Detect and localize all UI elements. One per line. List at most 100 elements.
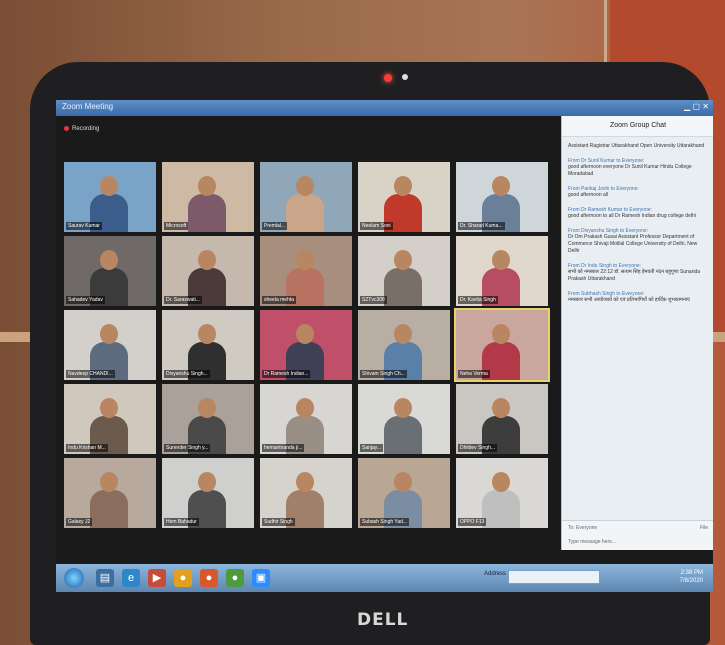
explorer-icon[interactable]: ▤ xyxy=(96,569,114,587)
participant-head xyxy=(198,398,216,418)
chat-message: From Subhash Singh to Everyone: नमस्कार स… xyxy=(562,285,713,306)
participant-tile[interactable]: Sudhir Singh xyxy=(260,458,352,528)
participant-name: Microsoft xyxy=(164,222,189,230)
participant-name: sheela mehta xyxy=(262,296,297,304)
participant-head xyxy=(100,324,118,344)
chat-text: good afternoon to all Dr Ramesh Indian d… xyxy=(568,213,696,219)
participant-name: SZTvc308 xyxy=(360,296,387,304)
participant-head xyxy=(198,324,216,344)
chat-text: सभी को नमस्कार 22:12 डॉ. सत्यम सिंह हेमव… xyxy=(568,269,701,282)
participant-tile[interactable]: hemantnanda ji... xyxy=(260,384,352,454)
participant-tile[interactable]: Dr. Kavita Singh xyxy=(456,236,548,306)
participant-head xyxy=(100,398,118,418)
participant-tile[interactable]: Hem Bahadur xyxy=(162,458,254,528)
participant-head xyxy=(296,398,314,418)
participant-head xyxy=(394,324,412,344)
chat-message: Assistant Ragistrar Uttarakhand Open Uni… xyxy=(562,137,713,152)
participant-tile[interactable]: Neha Verma xyxy=(454,308,550,382)
participant-name: Indu Krishan M... xyxy=(66,444,108,452)
recording-indicator: Recording xyxy=(64,126,99,132)
participant-tile[interactable]: Sahadev Yadav xyxy=(64,236,156,306)
participant-tile[interactable]: Saurav Kumar xyxy=(64,162,156,232)
participant-name: Saurav Kumar xyxy=(66,222,102,230)
participant-body xyxy=(384,416,422,454)
participant-name: Subash Singh Yad... xyxy=(360,518,410,526)
participant-tile[interactable]: Dr. Sharad Kuma... xyxy=(456,162,548,232)
participant-head xyxy=(394,250,412,270)
participant-name: Divyanshu Singh... xyxy=(164,370,210,378)
participant-name: Dr. Sharad Kuma... xyxy=(458,222,505,230)
participant-tile[interactable]: Subash Singh Yad... xyxy=(358,458,450,528)
participant-head xyxy=(296,250,314,270)
address-input[interactable] xyxy=(508,570,600,584)
participant-head xyxy=(492,472,510,492)
participant-name: Dr Ramesh Indian... xyxy=(262,370,311,378)
participant-head xyxy=(100,472,118,492)
laptop-screen: Zoom Meeting ▁ ▢ ✕ Recording Saurav Kuma… xyxy=(56,100,713,592)
media-icon[interactable]: ▶ xyxy=(148,569,166,587)
participant-tile[interactable]: Dhildev Singh... xyxy=(456,384,548,454)
participant-name: Galaxy J2 xyxy=(66,518,93,526)
participant-name: Sahadev Yadav xyxy=(66,296,105,304)
ie-icon[interactable]: e xyxy=(122,569,140,587)
participant-tile[interactable]: Premlal... xyxy=(260,162,352,232)
participant-tile[interactable]: sheela mehta xyxy=(260,236,352,306)
chrome-icon[interactable]: ● xyxy=(174,569,192,587)
participant-head xyxy=(198,472,216,492)
taskbar: ▤ e ▶ ● ● ● ▣ Address 2:38 PM 7/8/2020 xyxy=(56,564,713,592)
participant-body xyxy=(286,194,324,232)
start-button[interactable] xyxy=(64,568,84,588)
participant-body xyxy=(384,268,422,306)
participant-head xyxy=(100,176,118,196)
clock-date: 7/8/2020 xyxy=(679,578,703,584)
participant-name: OPPO F13 xyxy=(458,518,487,526)
participant-tile[interactable]: Indu Krishan M... xyxy=(64,384,156,454)
chat-recipient[interactable]: To: Everyone xyxy=(568,525,597,531)
participant-tile[interactable]: Navdeep CHANDI... xyxy=(64,310,156,380)
participant-body xyxy=(482,490,520,528)
participant-body xyxy=(90,490,128,528)
clock-time: 2:38 PM xyxy=(680,570,703,576)
window-title: Zoom Meeting xyxy=(62,102,114,111)
chat-panel: Zoom Group Chat Assistant Ragistrar Utta… xyxy=(561,116,713,550)
zoom-icon[interactable]: ▣ xyxy=(252,569,270,587)
participant-name: Premlal... xyxy=(262,222,288,230)
window-titlebar: Zoom Meeting ▁ ▢ ✕ xyxy=(56,100,713,116)
chat-message: From Pankaj Joshi to Everyone: good after… xyxy=(562,180,713,201)
participant-tile[interactable]: Dr. Saraswati... xyxy=(162,236,254,306)
participant-head xyxy=(492,176,510,196)
participant-name: hemantnanda ji... xyxy=(262,444,305,452)
participant-tile[interactable]: Neelam Soni xyxy=(358,162,450,232)
participant-name: Dhildev Singh... xyxy=(458,444,498,452)
participant-name: Hem Bahadur xyxy=(164,518,199,526)
participant-tile[interactable]: Sanjay... xyxy=(358,384,450,454)
participant-tile[interactable]: Shivam Singh Ch... xyxy=(358,310,450,380)
window-controls[interactable]: ▁ ▢ ✕ xyxy=(684,102,709,111)
participant-tile[interactable]: SZTvc308 xyxy=(358,236,450,306)
participant-name: Dr. Kavita Singh xyxy=(458,296,498,304)
participant-tile[interactable]: Divyanshu Singh... xyxy=(162,310,254,380)
participant-tile[interactable]: Microsoft xyxy=(162,162,254,232)
clock[interactable]: 2:38 PM 7/8/2020 xyxy=(680,569,703,585)
participant-head xyxy=(492,324,510,344)
webcam-lens xyxy=(402,74,408,80)
chat-text: Assistant Ragistrar Uttarakhand Open Uni… xyxy=(568,143,705,149)
brand-logo: DELL xyxy=(357,610,409,630)
firefox-icon[interactable]: ● xyxy=(200,569,218,587)
chat-text: good afternoon all xyxy=(568,192,609,198)
chat-input[interactable]: Type message here... xyxy=(568,539,708,545)
participant-head xyxy=(198,176,216,196)
participant-name: Sanjay... xyxy=(360,444,384,452)
participant-head xyxy=(100,250,118,270)
webcam-light xyxy=(384,74,392,82)
chat-file-button[interactable]: File xyxy=(700,525,708,531)
app-icon[interactable]: ● xyxy=(226,569,244,587)
participant-tile[interactable]: OPPO F13 xyxy=(456,458,548,528)
participant-tile[interactable]: Dr Ramesh Indian... xyxy=(260,310,352,380)
participant-grid: Saurav Kumar Microsoft Premlal... Neelam So… xyxy=(64,162,556,528)
participant-tile[interactable]: Surender Singh y... xyxy=(162,384,254,454)
participant-tile[interactable]: Galaxy J2 xyxy=(64,458,156,528)
participant-head xyxy=(492,250,510,270)
participant-name: Surender Singh y... xyxy=(164,444,211,452)
participant-head xyxy=(394,472,412,492)
